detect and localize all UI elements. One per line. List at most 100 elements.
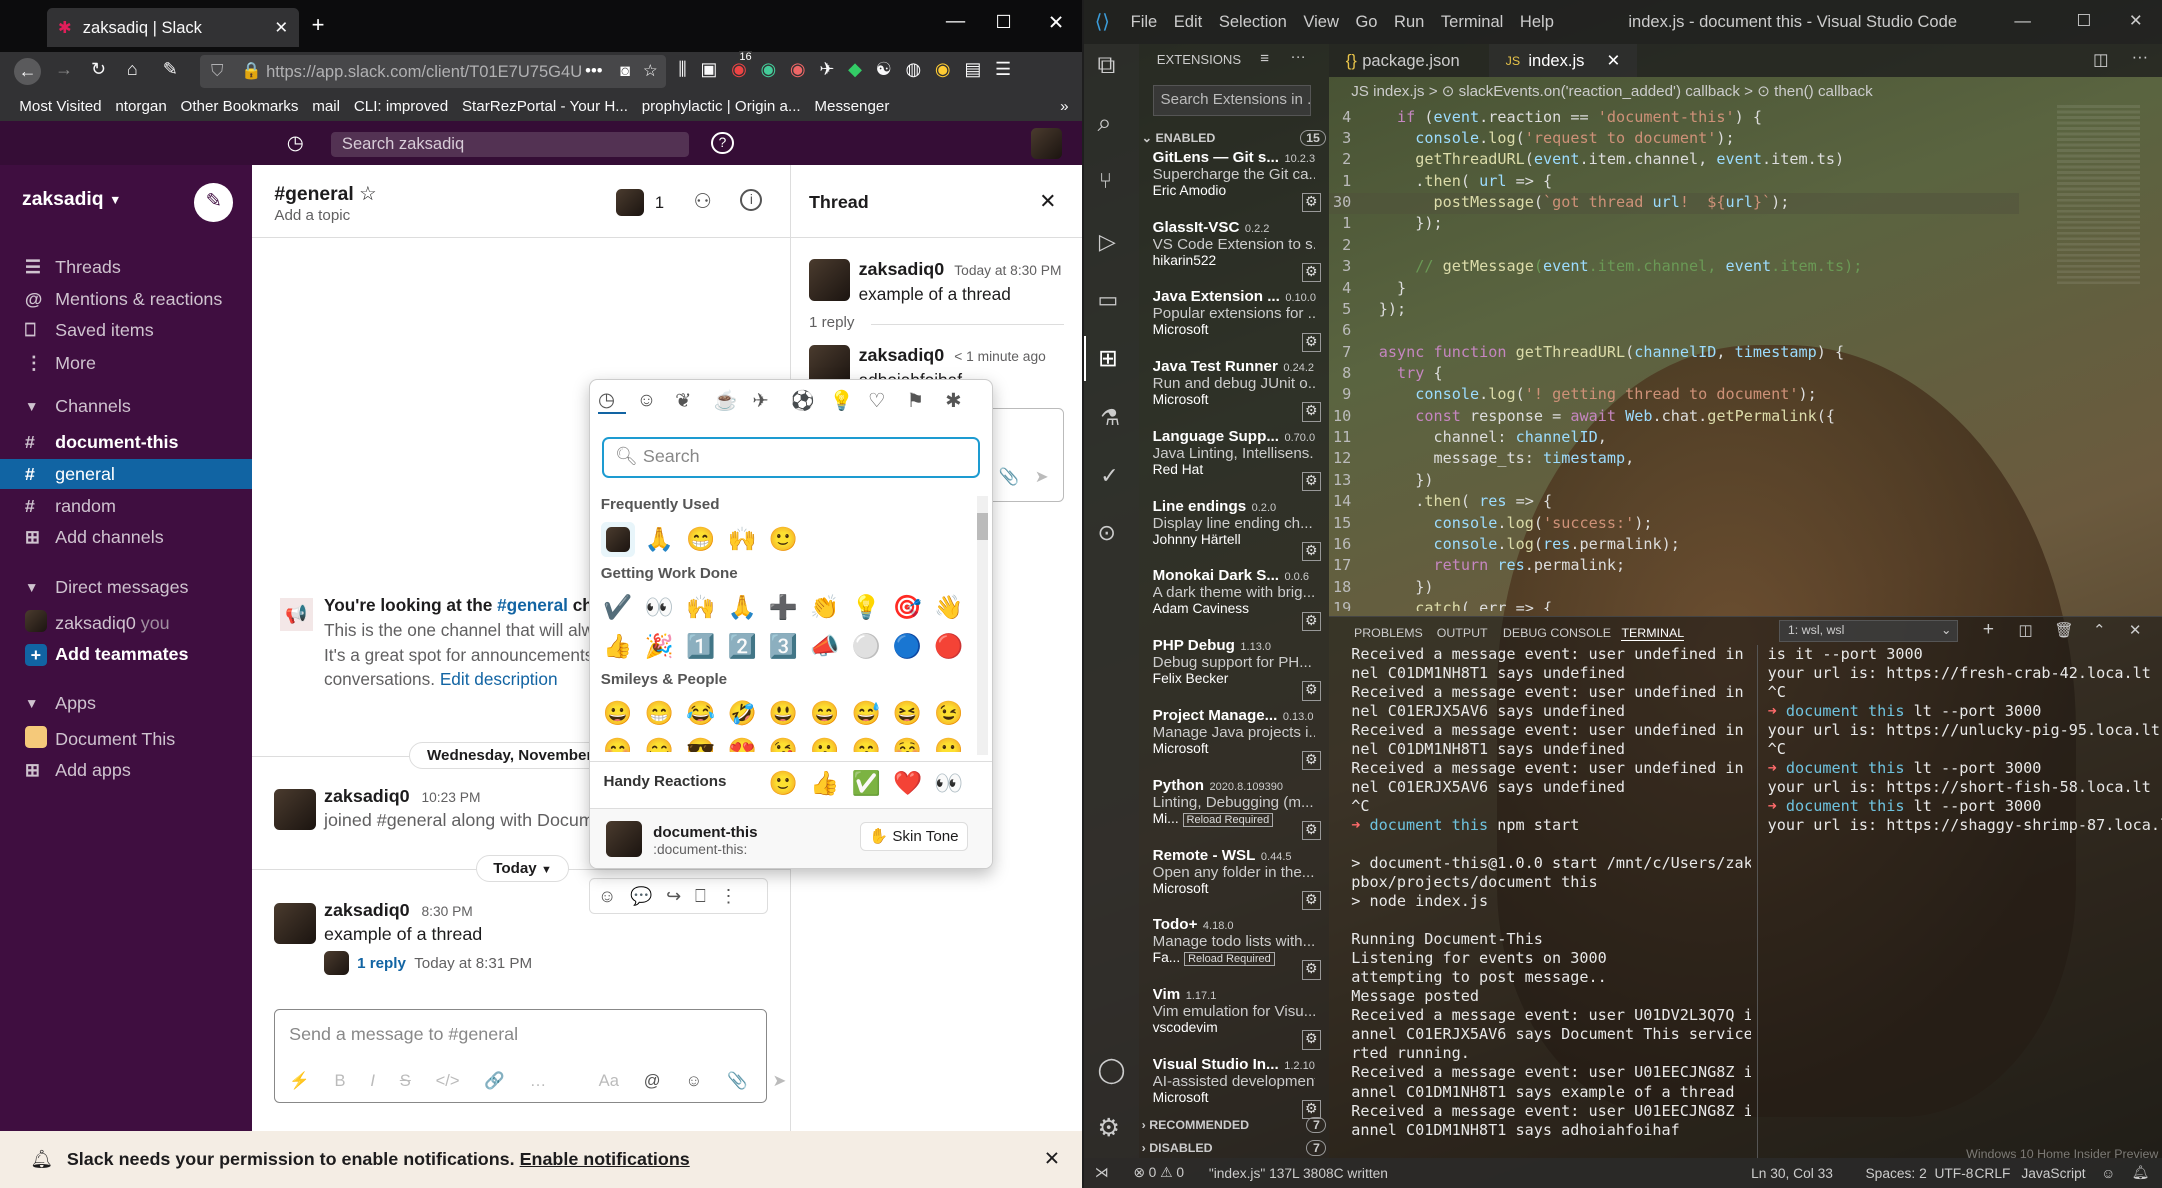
emoji[interactable]: 🙂 [932,733,966,752]
dm-section-header[interactable]: ▼ Direct messages [0,572,252,602]
extension-icon[interactable]: ▤ [964,59,981,80]
enable-notifications-link[interactable]: Enable notifications [520,1149,690,1170]
ublock-icon[interactable]: ◉ 16 [731,51,752,80]
bookmark-most-visited[interactable]: Most Visited [19,98,101,115]
emoji[interactable]: 🔵 [890,628,924,662]
menu-help[interactable]: Help [1520,12,1554,32]
message-composer[interactable]: Send a message to #general ⚡ B I S </> 🔗… [274,1009,786,1104]
close-tab-icon[interactable]: ✕ [274,18,288,38]
extension-item[interactable]: Python 2020.8.109390 Linting, Debugging (m… [1139,777,1329,846]
close-panel-icon[interactable]: ✕ [2129,621,2142,639]
emoji[interactable]: 🔴 [932,628,966,662]
add-apps-button[interactable]: ⊞ Add apps [0,756,252,786]
source-control-icon[interactable]: ⑂ [1099,168,1112,194]
emoji[interactable]: 🙏 [725,590,759,624]
extension-icon[interactable]: ◉ [790,59,806,80]
todo-icon[interactable]: ✓ [1100,463,1118,489]
menu-icon[interactable]: ☰ [995,59,1011,80]
app-item-document-this[interactable]: Document This [0,724,252,754]
pocket-icon[interactable]: ◙ [620,61,630,81]
minimize-icon[interactable]: — [946,11,965,33]
library-icon[interactable]: ⫼ [678,59,686,80]
account-icon[interactable]: ◍ [906,59,922,80]
emoji[interactable]: 😙 [849,733,883,752]
breadcrumb[interactable]: JS index.js > ⊙ slackEvents.on('reaction… [1329,80,2162,102]
extension-icon[interactable]: ◉ [761,59,777,80]
slack-search-input[interactable]: Search zaksadiq [330,132,690,158]
bookmark-folder-ntorgan[interactable]: ntorgan [115,98,166,115]
composer-input[interactable]: Send a message to #general [289,1024,518,1045]
reload-required-button[interactable]: Reload Required [1182,812,1273,827]
attach-icon[interactable]: 📎 [999,467,1020,487]
channel-title[interactable]: #general ☆ [274,182,376,206]
add-teammates-button[interactable]: + Add teammates [0,640,252,670]
sidebar-icon[interactable]: ▣ [700,59,717,80]
gitlens-icon[interactable]: ⊙ [1098,520,1116,546]
emoji[interactable]: 👍 [808,766,842,800]
url-bar[interactable]: ⛉ 🔒 https://app.slack.com/client/T01E7U7… [199,55,666,89]
emoji[interactable]: 😅 [849,696,883,730]
send-icon[interactable]: ➤ [1035,467,1049,487]
emoji[interactable]: 😎 [683,733,717,752]
sidebar-item-saved[interactable]: ⎕ Saved items [0,316,252,346]
avatar[interactable] [808,259,851,301]
emoji[interactable]: 😋 [642,733,676,752]
thread-reply-link[interactable]: 1 reply [357,955,406,972]
travel-category-icon[interactable]: ✈ [752,389,780,413]
custom-emoji-document-this[interactable] [600,522,636,557]
close-tab-icon[interactable]: ✕ [1606,51,1620,71]
line-ending[interactable]: CRLF [1974,1166,2010,1181]
bookmarks-overflow-icon[interactable]: » [1060,98,1068,115]
send-icon[interactable]: ➤ [772,1071,786,1091]
tab-package-json[interactable]: {} package.json [1329,44,1476,77]
browser-tab[interactable]: ✱ zaksadiq | Slack ✕ [46,8,300,47]
emoji[interactable]: 🙂 [766,522,800,556]
message-author[interactable]: zaksadiq0 [324,786,410,806]
emoji[interactable]: ❤️ [890,766,924,800]
extension-item[interactable]: Java Test Runner 0.24.2 Run and debug JUni… [1139,358,1329,427]
close-window-icon[interactable]: ✕ [1048,11,1064,35]
settings-gear-icon[interactable]: ⚙ [1098,1113,1120,1143]
star-icon[interactable]: ☆ [359,184,376,205]
maximize-icon[interactable]: ☐ [995,12,1011,33]
emoji[interactable]: 🤣 [725,696,759,730]
extension-gear-icon[interactable]: ⚙ [1301,611,1321,631]
disabled-section-header[interactable]: › DISABLED 7 [1142,1140,1327,1157]
tab-output[interactable]: OUTPUT [1437,626,1488,640]
extension-item[interactable]: Line endings 0.2.0 Display line ending ch.… [1139,498,1329,567]
more-actions-icon[interactable]: ··· [2132,47,2149,67]
close-window-icon[interactable]: ✕ [2129,11,2143,31]
maximize-icon[interactable]: ☐ [2076,11,2091,31]
reply-thread-icon[interactable]: 💬 [630,886,652,907]
bold-icon[interactable]: B [335,1071,346,1091]
user-avatar[interactable] [1031,128,1062,159]
code-icon[interactable]: </> [436,1071,460,1091]
extension-item[interactable]: Java Extension ... 0.10.0 Popular extensio… [1139,288,1329,357]
avatar[interactable] [274,903,316,945]
emoji[interactable]: ➕ [766,590,800,624]
emoji[interactable]: 😚 [890,733,924,752]
back-icon[interactable]: ← [13,57,42,86]
emoji[interactable]: 🙂 [766,766,800,800]
emoji[interactable]: 💡 [849,590,883,624]
skin-tone-button[interactable]: ✋ Skin Tone [859,822,968,851]
link-icon[interactable]: 🔗 [484,1071,505,1091]
new-tab-icon[interactable]: + [312,12,325,38]
recent-category-icon[interactable]: ◷ [598,388,626,415]
edit-description-link[interactable]: Edit description [440,669,558,689]
help-icon[interactable]: ? [711,132,734,155]
more-icon[interactable]: ··· [1291,48,1306,65]
emoji[interactable]: 🙌 [683,590,717,624]
member-avatar[interactable] [616,188,644,217]
tab-problems[interactable]: PROBLEMS [1354,626,1423,640]
extension-gear-icon[interactable]: ⚙ [1301,960,1321,980]
dm-item-self[interactable]: zaksadiq0 you [0,608,252,638]
extension-icon[interactable]: ✈ [819,59,834,80]
emoji[interactable]: 🎯 [890,590,924,624]
extension-item[interactable]: Visual Studio In... 1.2.10 AI-assisted dev… [1139,1056,1329,1125]
add-person-icon[interactable]: ⚇ [694,189,713,214]
avatar[interactable] [274,788,316,831]
format-icon[interactable]: Aa [599,1071,619,1091]
tab-index-js[interactable]: JS index.js ✕ [1489,44,1637,78]
member-count[interactable]: 1 [655,193,664,213]
